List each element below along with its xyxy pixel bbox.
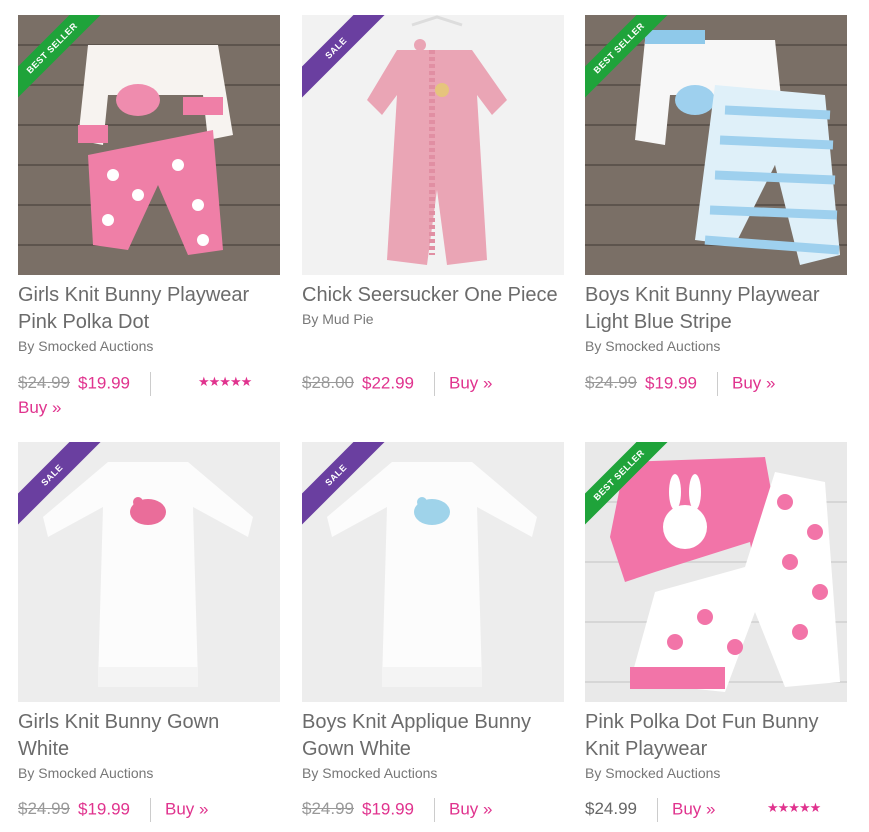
product-title-line: Girls Knit Bunny Playwear [18, 284, 250, 306]
product-title-link[interactable]: Pink Polka Dot Fun Bunny Knit Playwear [585, 709, 847, 763]
product-card: BEST SELLER Pink Polka Dot Fun Bunny Kni… [585, 442, 847, 822]
ribbon-label: SALE [302, 15, 387, 99]
product-brand: By Smocked Auctions [302, 765, 438, 781]
product-title-link[interactable]: Girls Knit Bunny Playwear Pink Polka Dot [18, 282, 280, 336]
original-price: $24.99 [302, 799, 354, 819]
sale-ribbon: SALE [302, 15, 402, 115]
product-brand: By Mud Pie [302, 311, 374, 327]
buy-link[interactable]: Buy » [449, 373, 492, 392]
buy-link[interactable]: Buy » [18, 398, 61, 417]
original-price: $24.99 [18, 373, 70, 393]
product-image[interactable]: BEST SELLER [18, 15, 280, 275]
price-line: $28.00 $22.99 Buy » [302, 372, 492, 396]
buy-link[interactable]: Buy » [165, 799, 208, 818]
product-image[interactable]: SALE [302, 442, 564, 702]
ribbon-label: BEST SELLER [585, 15, 670, 99]
ribbon-label: BEST SELLER [18, 15, 103, 99]
product-brand: By Smocked Auctions [585, 338, 721, 354]
sale-ribbon: SALE [302, 442, 402, 542]
price-line: $24.99 $19.99 Buy » [302, 798, 492, 822]
divider [717, 372, 718, 396]
product-title-line: Knit Playwear [585, 738, 708, 760]
product-image[interactable]: BEST SELLER [585, 442, 847, 702]
product-card: SALE Boys Knit Applique Bunny Gown White… [302, 442, 564, 822]
best-seller-ribbon: BEST SELLER [585, 442, 685, 542]
product-card: SALE Chick Seersucker One Piece By Mud P… [302, 15, 564, 396]
sale-price: $19.99 [362, 799, 414, 819]
product-title-link[interactable]: Girls Knit Bunny Gown White [18, 709, 280, 763]
product-title-line: Pink Polka Dot Fun Bunny [585, 711, 819, 733]
divider [434, 372, 435, 396]
product-image[interactable]: SALE [302, 15, 564, 275]
product-title-line: Chick Seersucker One Piece [302, 284, 558, 306]
best-seller-ribbon: BEST SELLER [585, 15, 685, 115]
product-brand: By Smocked Auctions [18, 765, 154, 781]
ribbon-label: BEST SELLER [585, 442, 670, 526]
buy-link[interactable]: Buy » [672, 799, 715, 818]
product-card: SALE Girls Knit Bunny Gown White By Smoc… [18, 442, 280, 822]
product-card: BEST SELLER Boys Knit Bunny Playwear Lig… [585, 15, 847, 396]
buy-link[interactable]: Buy » [449, 799, 492, 818]
sale-ribbon: SALE [18, 442, 118, 542]
product-title-line: Girls Knit Bunny Gown [18, 711, 220, 733]
rating-stars-icon: ★★★★★ [198, 374, 252, 389]
divider [434, 798, 435, 822]
price-line: $24.99 $19.99 Buy » [18, 798, 208, 822]
rating-stars-icon: ★★★★★ [767, 800, 821, 815]
product-title-line: Boys Knit Applique Bunny [302, 711, 532, 733]
sale-price: $19.99 [78, 799, 130, 819]
product-title-link[interactable]: Chick Seersucker One Piece [302, 282, 564, 309]
divider [150, 798, 151, 822]
original-price: $24.99 [18, 799, 70, 819]
product-title-link[interactable]: Boys Knit Applique Bunny Gown White [302, 709, 564, 763]
product-title-line: Boys Knit Bunny Playwear [585, 284, 820, 306]
sale-price: $19.99 [78, 373, 130, 393]
product-brand: By Smocked Auctions [585, 765, 721, 781]
sale-price: $22.99 [362, 373, 414, 393]
divider [150, 372, 151, 396]
product-title-line: Pink Polka Dot [18, 311, 150, 333]
ribbon-label: SALE [18, 442, 103, 526]
product-image[interactable]: BEST SELLER [585, 15, 847, 275]
price-line: $24.99 Buy » [585, 798, 715, 822]
original-price: $28.00 [302, 373, 354, 393]
product-brand: By Smocked Auctions [18, 338, 154, 354]
best-seller-ribbon: BEST SELLER [18, 15, 118, 115]
ribbon-label: SALE [302, 442, 387, 526]
price: $24.99 [585, 799, 637, 819]
price-line: $24.99 $19.99 Buy » [585, 372, 775, 396]
sale-price: $19.99 [645, 373, 697, 393]
buy-link[interactable]: Buy » [732, 373, 775, 392]
product-title-line: Light Blue Stripe [585, 311, 732, 333]
product-title-line: White [18, 738, 70, 760]
product-title-line: Gown White [302, 738, 411, 760]
divider [657, 798, 658, 822]
product-image[interactable]: SALE [18, 442, 280, 702]
product-title-link[interactable]: Boys Knit Bunny Playwear Light Blue Stri… [585, 282, 847, 336]
original-price: $24.99 [585, 373, 637, 393]
product-card: BEST SELLER Girls Knit Bunny Playwear Pi… [18, 15, 280, 417]
price-line: $24.99 $19.99 [18, 372, 165, 396]
